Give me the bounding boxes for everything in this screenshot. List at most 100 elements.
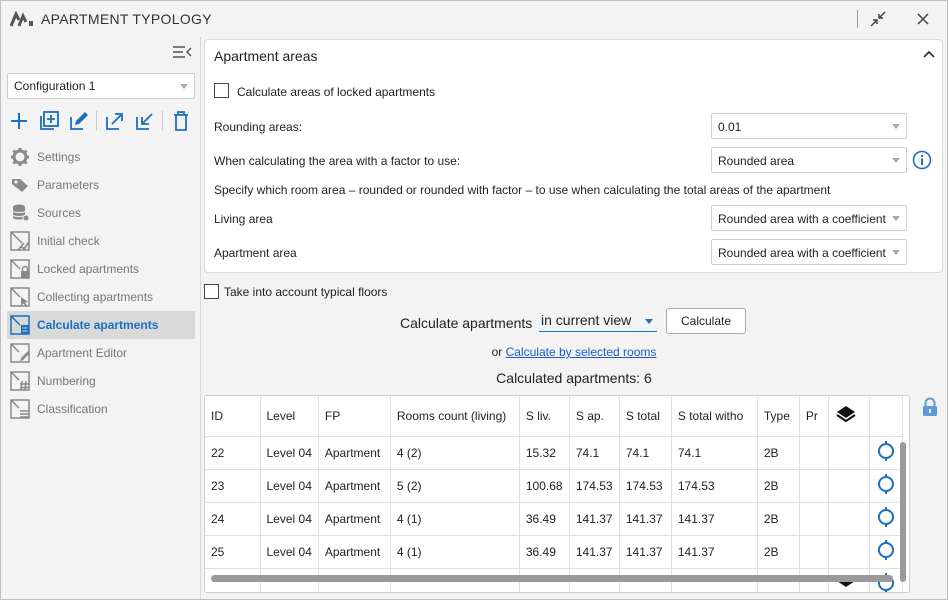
factor-select[interactable]: Rounded area: [711, 147, 907, 173]
table-cell: 23: [205, 469, 261, 503]
column-header[interactable]: Rooms count (living): [390, 396, 520, 437]
column-header[interactable]: S total witho: [671, 396, 758, 437]
window-title: APARTMENT TYPOLOGY: [41, 11, 212, 27]
table-cell: Apartment: [318, 469, 391, 503]
database-icon: [12, 204, 30, 222]
sidebar-item-label: Locked apartments: [37, 262, 140, 276]
table-cell: 2B: [757, 469, 800, 503]
table-cell: 2B: [757, 535, 800, 569]
layers-column-header[interactable]: [828, 396, 870, 437]
table-cell: 174.53: [619, 469, 672, 503]
sidebar-item-collecting-apartments[interactable]: Collecting apartments: [7, 283, 195, 311]
cursor-plan-icon: [10, 287, 30, 307]
typical-floors-checkbox[interactable]: [204, 284, 219, 299]
view-scope-value: in current view: [541, 312, 632, 328]
import-icon[interactable]: [133, 109, 157, 133]
sidebar-item-settings[interactable]: Settings: [7, 143, 195, 171]
sidebar-item-sources[interactable]: Sources: [7, 199, 195, 227]
column-header[interactable]: ID: [205, 396, 261, 437]
duplicate-icon[interactable]: [37, 109, 61, 133]
sidebar-item-initial-check[interactable]: Initial check: [7, 227, 195, 255]
sidebar-item-locked-apartments[interactable]: Locked apartments: [7, 255, 195, 283]
collapse-sidebar-icon[interactable]: [171, 43, 193, 61]
configuration-select[interactable]: Configuration 1: [7, 73, 195, 99]
table-cell: Level 04: [260, 502, 319, 536]
sidebar-item-label: Initial check: [37, 234, 100, 248]
alternative-line: or Calculate by selected rooms: [204, 345, 944, 359]
sidebar-item-numbering[interactable]: Numbering: [7, 367, 195, 395]
table-cell: 141.37: [671, 535, 758, 569]
sidebar-item-label: Settings: [37, 150, 81, 164]
locate-icon[interactable]: [876, 505, 896, 529]
table-cell: 74.1: [671, 436, 758, 470]
living-area-select[interactable]: Rounded area with a coefficient: [711, 205, 907, 231]
view-scope-select[interactable]: in current view: [539, 310, 657, 332]
chevron-down-icon: [892, 124, 900, 129]
toolbar-separator: [162, 111, 163, 131]
specify-text: Specify which room area – rounded or rou…: [214, 183, 831, 197]
edit-icon[interactable]: [67, 109, 91, 133]
locate-icon[interactable]: [876, 538, 896, 562]
column-header[interactable]: Pr: [799, 396, 829, 437]
table-cell: 36.49: [519, 502, 570, 536]
sidebar-item-label: Numbering: [37, 374, 96, 388]
chevron-up-icon[interactable]: [922, 48, 936, 60]
table-cell: [869, 469, 903, 503]
locate-icon[interactable]: [876, 472, 896, 496]
chevron-down-icon: [645, 319, 653, 324]
titlebar-separator: [857, 10, 858, 28]
lock-icon[interactable]: [921, 397, 939, 417]
table-cell: 4 (2): [390, 436, 520, 470]
table-cell: [869, 436, 903, 470]
restore-icon[interactable]: [868, 9, 888, 29]
table-row[interactable]: 22 Level 04 Apartment 4 (2) 15.32 74.1 7…: [205, 436, 903, 470]
rounding-select[interactable]: 0.01: [711, 113, 907, 139]
export-icon[interactable]: [103, 109, 127, 133]
add-icon[interactable]: [7, 109, 31, 133]
apartment-area-label: Apartment area: [214, 246, 297, 260]
table-cell: 174.53: [569, 469, 620, 503]
column-header[interactable]: Level: [260, 396, 319, 437]
table-row[interactable]: 25 Level 04 Apartment 4 (1) 36.49 141.37…: [205, 535, 903, 569]
table-cell: 24: [205, 502, 261, 536]
configuration-value: Configuration 1: [14, 79, 96, 93]
column-header[interactable]: S liv.: [519, 396, 570, 437]
table-row[interactable]: 24 Level 04 Apartment 4 (1) 36.49 141.37…: [205, 502, 903, 536]
main-content: Apartment areas Calculate areas of locke…: [204, 39, 944, 597]
table-cell: 141.37: [569, 502, 620, 536]
apartment-area-select[interactable]: Rounded area with a coefficient: [711, 239, 907, 265]
sidebar-item-calculate-apartments[interactable]: Calculate apartments: [7, 311, 195, 339]
calculated-count: Calculated apartments: 6: [496, 370, 652, 386]
column-header[interactable]: S ap.: [569, 396, 620, 437]
chevron-down-icon: [892, 250, 900, 255]
action-column-header: [869, 396, 903, 437]
info-icon[interactable]: [912, 150, 932, 170]
locate-icon[interactable]: [876, 439, 896, 463]
delete-icon[interactable]: [169, 109, 193, 133]
table-cell: 4 (1): [390, 502, 520, 536]
calculate-button[interactable]: Calculate: [666, 308, 746, 334]
table-cell: [799, 535, 829, 569]
table-row[interactable]: 23 Level 04 Apartment 5 (2) 100.68 174.5…: [205, 469, 903, 503]
column-header[interactable]: Type: [757, 396, 800, 437]
lock-plan-icon: [10, 259, 30, 279]
sidebar-item-apartment-editor[interactable]: Apartment Editor: [7, 339, 195, 367]
vertical-scrollbar[interactable]: [900, 442, 906, 582]
sidebar-item-label: Classification: [37, 402, 108, 416]
column-header[interactable]: FP: [318, 396, 391, 437]
sidebar-item-parameters[interactable]: Parameters: [7, 171, 195, 199]
apartment-area-value: Rounded area with a coefficient: [718, 246, 886, 260]
sidebar-item-label: Apartment Editor: [37, 346, 128, 360]
table-cell: 141.37: [671, 502, 758, 536]
close-icon[interactable]: [913, 9, 933, 29]
table-cell: [828, 469, 870, 503]
calculate-by-selected-rooms-link[interactable]: Calculate by selected rooms: [506, 345, 657, 359]
table-cell: 141.37: [619, 535, 672, 569]
horizontal-scrollbar[interactable]: [211, 575, 893, 582]
locked-apartments-checkbox[interactable]: [214, 83, 229, 98]
classify-plan-icon: [10, 399, 30, 419]
column-header[interactable]: S total: [619, 396, 672, 437]
rounding-label: Rounding areas:: [214, 120, 303, 134]
sidebar-item-classification[interactable]: Classification: [7, 395, 195, 423]
table-cell: 141.37: [569, 535, 620, 569]
